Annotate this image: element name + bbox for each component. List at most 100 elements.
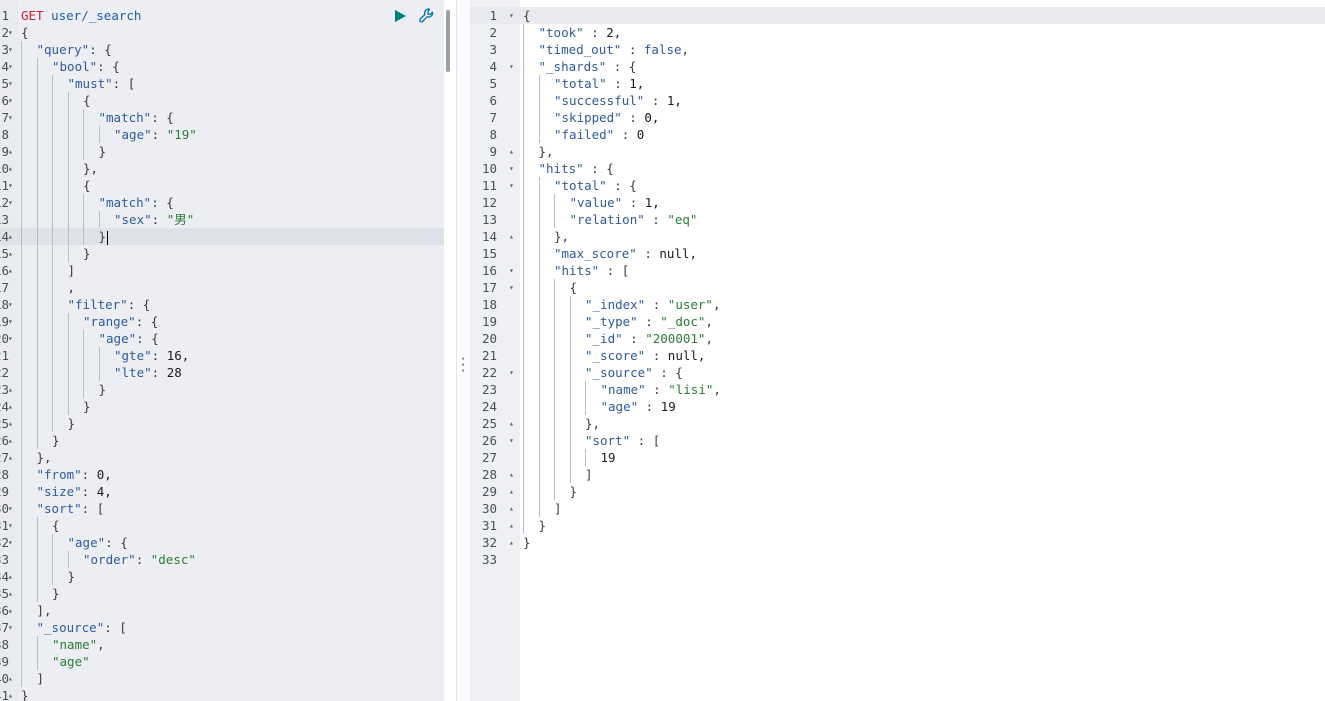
- fold-expanded-icon[interactable]: ▾: [8, 75, 13, 92]
- fold-collapse-icon[interactable]: ▴: [8, 687, 13, 701]
- code-line[interactable]: 14▴}: [0, 228, 444, 245]
- fold-expanded-icon[interactable]: ▾: [8, 92, 13, 109]
- code-line[interactable]: 35▴}: [0, 585, 444, 602]
- request-settings-button[interactable]: [418, 7, 436, 25]
- code-line[interactable]: 37▾"_source": [: [0, 619, 444, 636]
- fold-expanded-icon[interactable]: ▾: [8, 194, 13, 211]
- fold-collapse-icon[interactable]: ▴: [8, 228, 13, 245]
- fold-expanded-icon[interactable]: ▾: [509, 7, 514, 24]
- fold-collapse-icon[interactable]: ▴: [8, 585, 13, 602]
- code-line[interactable]: 39 "age": [0, 653, 444, 670]
- fold-collapse-icon[interactable]: ▴: [8, 398, 13, 415]
- code-line[interactable]: 25▴}: [0, 415, 444, 432]
- line-number: 1: [1, 8, 9, 23]
- code-line[interactable]: 27▴},: [0, 449, 444, 466]
- code-line[interactable]: 2 ▾{: [0, 24, 444, 41]
- request-scrollbar[interactable]: [446, 10, 450, 72]
- fold-collapse-icon[interactable]: ▴: [8, 415, 13, 432]
- code-line[interactable]: 8 "age": "19": [0, 126, 444, 143]
- fold-collapse-icon[interactable]: ▴: [8, 381, 13, 398]
- fold-expanded-icon[interactable]: ▾: [509, 177, 514, 194]
- code-line[interactable]: 9 ▴}: [0, 143, 444, 160]
- fold-collapse-icon[interactable]: ▴: [509, 466, 514, 483]
- code-line[interactable]: 20▾"age": {: [0, 330, 444, 347]
- fold-expanded-icon[interactable]: ▾: [8, 177, 13, 194]
- code-line[interactable]: 7 ▾ "match": {: [0, 109, 444, 126]
- fold-expanded-icon[interactable]: ▾: [509, 432, 514, 449]
- token: "lte": [114, 365, 152, 380]
- code-line[interactable]: 4 ▾ "bool": {: [0, 58, 444, 75]
- code-line[interactable]: 21 "gte": 16,: [0, 347, 444, 364]
- code-line[interactable]: 19▾"range": {: [0, 313, 444, 330]
- resize-handle-icon[interactable]: · · ·: [458, 353, 468, 377]
- code-line[interactable]: 5 ▾ "must": [: [0, 75, 444, 92]
- code-line[interactable]: 34▴}: [0, 568, 444, 585]
- fold-collapse-icon[interactable]: ▴: [509, 483, 514, 500]
- pane-divider[interactable]: [456, 0, 471, 701]
- code-line[interactable]: 29 "size": 4,: [0, 483, 444, 500]
- fold-expanded-icon[interactable]: ▾: [8, 619, 13, 636]
- fold-collapse-icon[interactable]: ▴: [509, 143, 514, 160]
- fold-collapse-icon[interactable]: ▴: [8, 670, 13, 687]
- fold-expanded-icon[interactable]: ▾: [509, 262, 514, 279]
- code-line[interactable]: 38 "name",: [0, 636, 444, 653]
- code-line[interactable]: 3 ▾ "query": {: [0, 41, 444, 58]
- fold-collapse-icon[interactable]: ▴: [8, 143, 13, 160]
- fold-collapse-icon[interactable]: ▴: [8, 602, 13, 619]
- code-line[interactable]: 11▾{: [0, 177, 444, 194]
- code-line: 11 ▾ "total" : {: [470, 177, 1325, 194]
- code-line[interactable]: 30▾"sort": [: [0, 500, 444, 517]
- line-code: "filter": {: [21, 296, 151, 313]
- code-line[interactable]: 31▾{: [0, 517, 444, 534]
- fold-expanded-icon[interactable]: ▾: [8, 330, 13, 347]
- fold-collapse-icon[interactable]: ▴: [8, 432, 13, 449]
- code-line[interactable]: 28 "from": 0,: [0, 466, 444, 483]
- code-line[interactable]: 32▾"age": {: [0, 534, 444, 551]
- code-line[interactable]: 41▴}: [0, 687, 444, 701]
- fold-collapse-icon[interactable]: ▴: [509, 534, 514, 551]
- fold-collapse-icon[interactable]: ▴: [8, 160, 13, 177]
- code-line[interactable]: 26▴}: [0, 432, 444, 449]
- code-line[interactable]: 16▴]: [0, 262, 444, 279]
- fold-collapse-icon[interactable]: ▴: [8, 245, 13, 262]
- fold-expanded-icon[interactable]: ▾: [8, 517, 13, 534]
- code-line[interactable]: 17,: [0, 279, 444, 296]
- code-line[interactable]: 36▴],: [0, 602, 444, 619]
- fold-expanded-icon[interactable]: ▾: [8, 534, 13, 551]
- fold-collapse-icon[interactable]: ▴: [509, 228, 514, 245]
- fold-collapse-icon[interactable]: ▴: [509, 517, 514, 534]
- fold-collapse-icon[interactable]: ▴: [8, 262, 13, 279]
- fold-collapse-icon[interactable]: ▴: [8, 568, 13, 585]
- code-line[interactable]: 13 "sex": "男": [0, 211, 444, 228]
- code-line[interactable]: 22 "lte": 28: [0, 364, 444, 381]
- run-request-button[interactable]: [392, 8, 408, 24]
- response-viewer[interactable]: 1 ▾ {2 "took" : 2, 3 "timed_out" : false, 4 ▾ "_…: [470, 0, 1325, 701]
- fold-collapse-icon[interactable]: ▴: [509, 415, 514, 432]
- fold-collapse-icon[interactable]: ▴: [8, 449, 13, 466]
- indent-guide: [52, 534, 68, 551]
- fold-expanded-icon[interactable]: ▾: [509, 279, 514, 296]
- code-line[interactable]: 15▴}: [0, 245, 444, 262]
- code-line[interactable]: 6 ▾{: [0, 92, 444, 109]
- fold-expanded-icon[interactable]: ▾: [8, 41, 13, 58]
- code-line[interactable]: 1 GET user/_search: [0, 7, 444, 24]
- fold-expanded-icon[interactable]: ▾: [509, 160, 514, 177]
- code-line[interactable]: 18▾"filter": {: [0, 296, 444, 313]
- fold-collapse-icon[interactable]: ▴: [509, 500, 514, 517]
- request-code-lines[interactable]: 1 GET user/_search 2 ▾{3 ▾ "query": {4 ▾ "bool"…: [0, 7, 444, 701]
- code-line[interactable]: 12▾"match": {: [0, 194, 444, 211]
- fold-expanded-icon[interactable]: ▾: [509, 364, 514, 381]
- code-line[interactable]: 24▴}: [0, 398, 444, 415]
- fold-expanded-icon[interactable]: ▾: [509, 58, 514, 75]
- code-line[interactable]: 40▴]: [0, 670, 444, 687]
- request-editor[interactable]: 1 GET user/_search 2 ▾{3 ▾ "query": {4 ▾ "bool"…: [0, 0, 444, 701]
- fold-expanded-icon[interactable]: ▾: [8, 313, 13, 330]
- fold-expanded-icon[interactable]: ▾: [8, 296, 13, 313]
- code-line[interactable]: 10▴},: [0, 160, 444, 177]
- code-line[interactable]: 23▴}: [0, 381, 444, 398]
- code-line[interactable]: 33 "order": "desc": [0, 551, 444, 568]
- fold-expanded-icon[interactable]: ▾: [8, 500, 13, 517]
- fold-expanded-icon[interactable]: ▾: [8, 24, 13, 41]
- fold-expanded-icon[interactable]: ▾: [8, 109, 13, 126]
- fold-expanded-icon[interactable]: ▾: [8, 58, 13, 75]
